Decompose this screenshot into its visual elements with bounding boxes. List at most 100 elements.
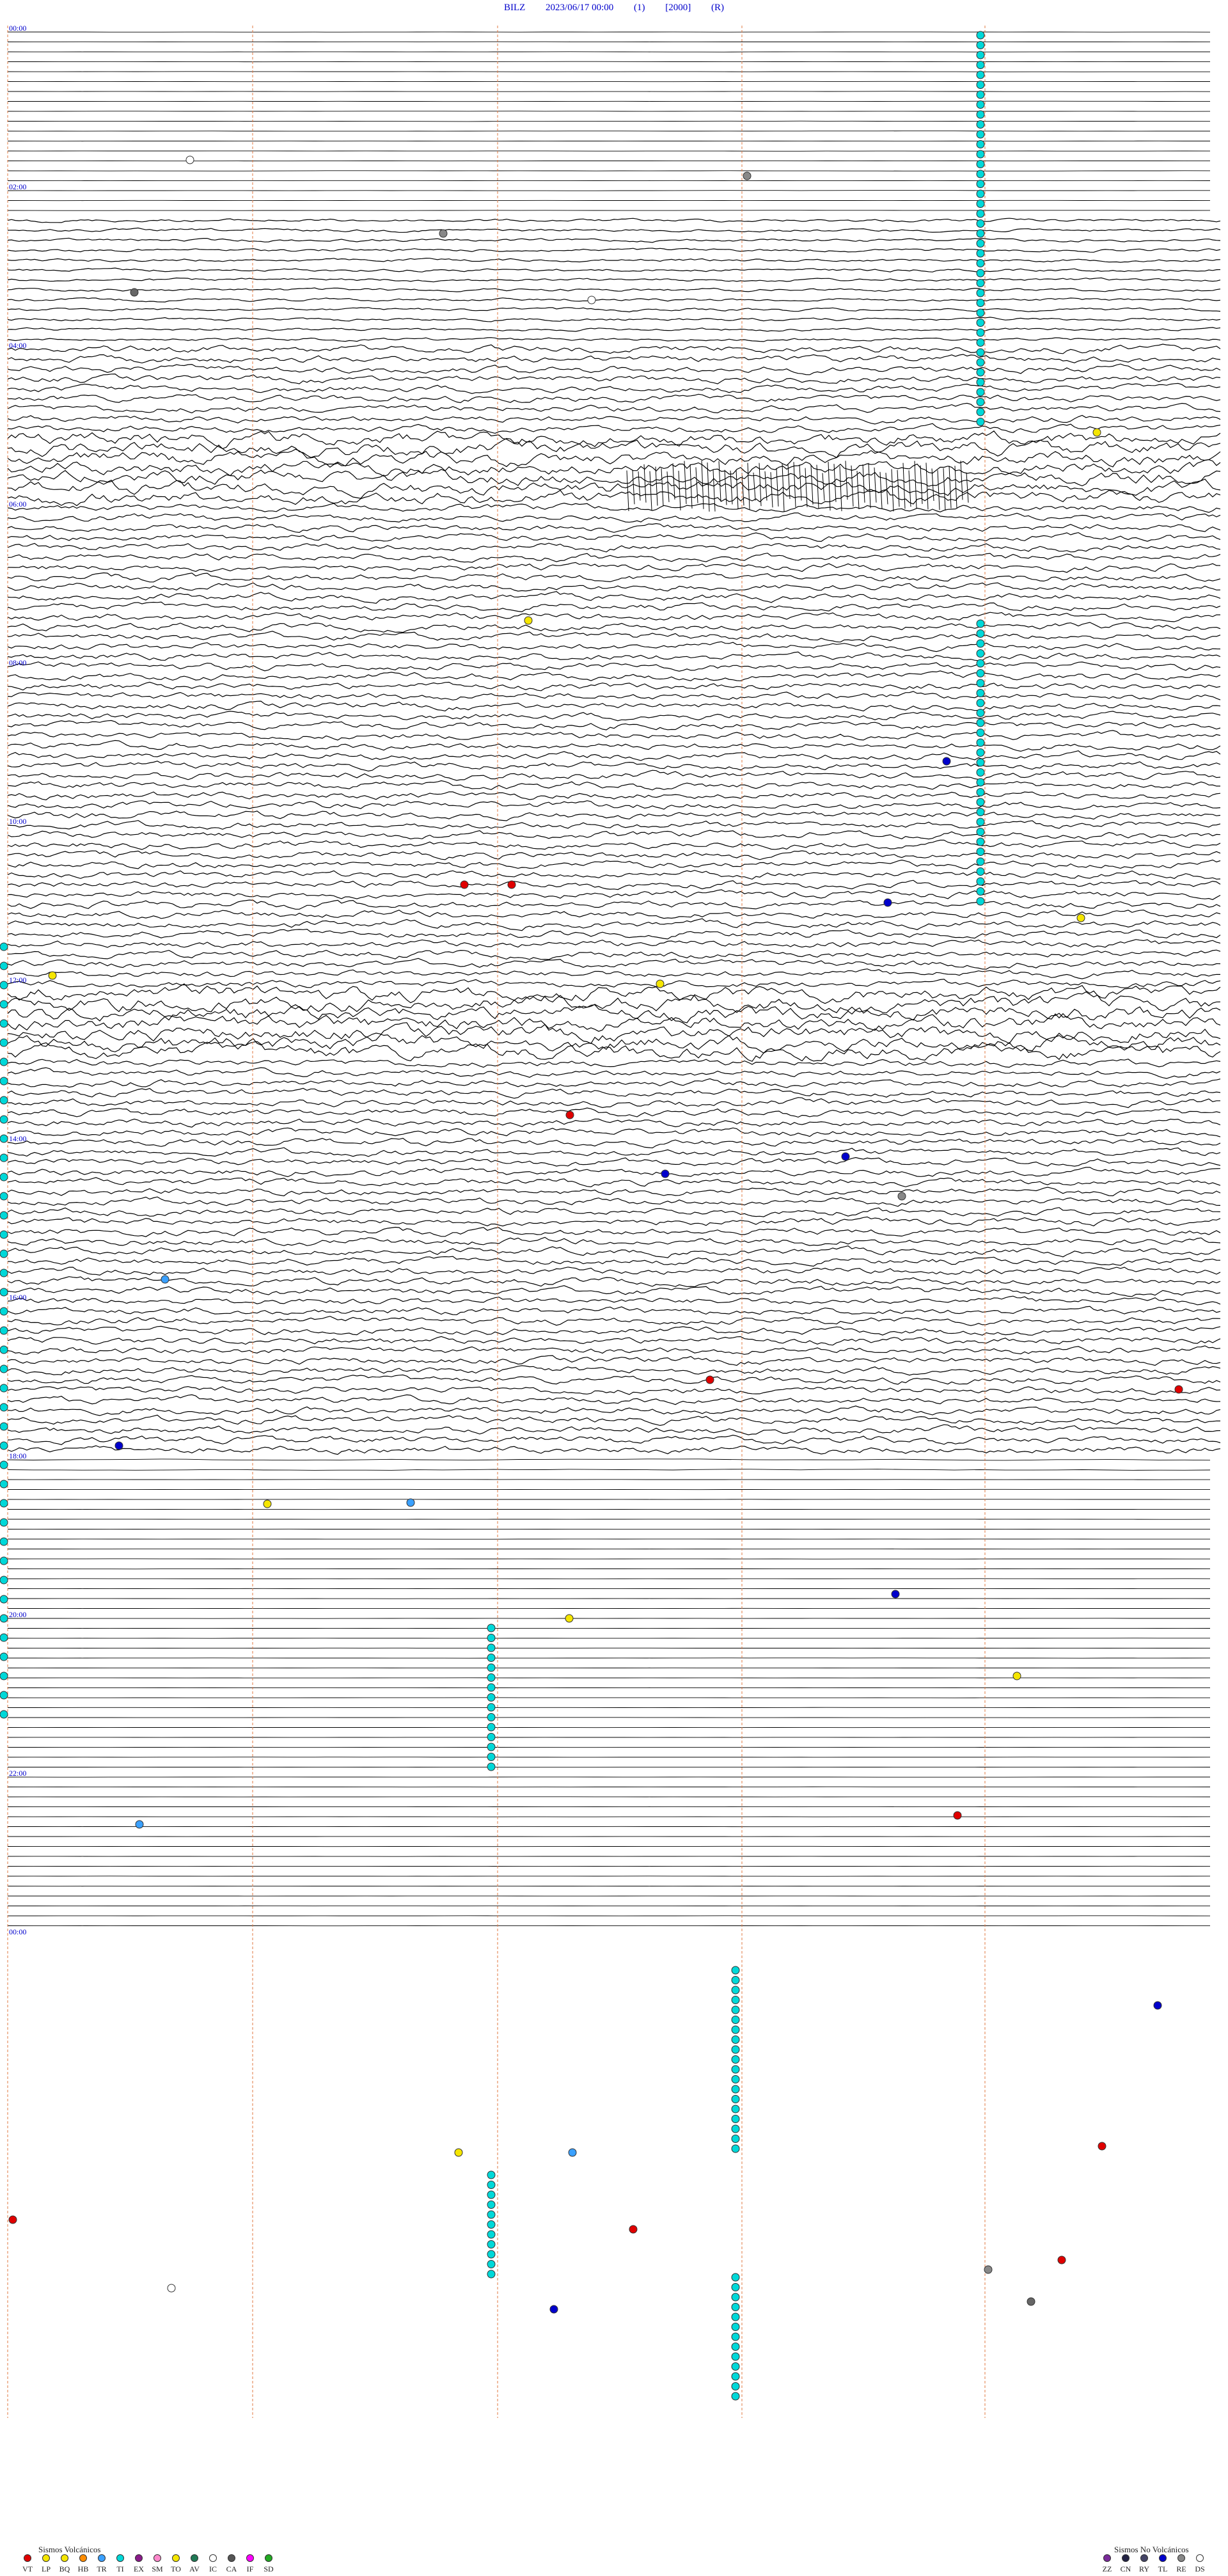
seismic-trace xyxy=(7,1285,1221,1297)
seismic-trace xyxy=(7,383,1221,394)
tremor-burst xyxy=(960,461,963,500)
seismic-trace xyxy=(7,1445,1221,1455)
seismic-trace xyxy=(7,899,1221,910)
event-marker xyxy=(976,70,985,79)
seismic-trace xyxy=(7,337,1221,342)
event-marker xyxy=(976,170,985,178)
time-label: 06:00 xyxy=(9,500,26,509)
event-marker xyxy=(0,961,8,970)
event-marker xyxy=(629,2225,638,2234)
event-marker xyxy=(731,2323,740,2331)
event-marker xyxy=(0,1652,8,1661)
time-label: 00:00 xyxy=(9,24,26,33)
tremor-burst xyxy=(856,471,860,510)
event-marker xyxy=(976,200,985,208)
legend-item-hb: HB xyxy=(74,2554,93,2574)
tremor-burst xyxy=(776,468,779,507)
event-marker xyxy=(1153,2001,1162,2010)
legend-code: BQ xyxy=(59,2564,70,2573)
legend-item-av: AV xyxy=(185,2554,204,2574)
event-marker xyxy=(0,1077,8,1086)
tremor-burst xyxy=(833,464,837,502)
event-marker xyxy=(731,2065,740,2074)
event-marker xyxy=(565,1110,574,1119)
event-marker xyxy=(731,2372,740,2381)
event-marker xyxy=(135,1820,144,1829)
seismic-trace xyxy=(7,1424,1221,1435)
event-marker xyxy=(976,887,985,896)
event-marker xyxy=(976,848,985,856)
legend-dot-icon xyxy=(116,2554,124,2562)
event-marker xyxy=(487,1723,496,1732)
tremor-burst xyxy=(799,464,802,501)
event-marker xyxy=(976,338,985,347)
seismic-trace xyxy=(7,601,1221,613)
seismic-trace xyxy=(7,800,1221,810)
tremor-burst xyxy=(695,467,698,503)
seismic-trace xyxy=(7,430,1221,450)
event-marker xyxy=(731,2273,740,2282)
seismic-trace xyxy=(7,354,1221,364)
seismic-trace xyxy=(7,830,1221,840)
event-marker xyxy=(487,1733,496,1741)
event-marker xyxy=(731,2144,740,2153)
tremor-burst xyxy=(925,462,929,510)
seismic-trace xyxy=(7,210,1211,211)
legend-code: LP xyxy=(41,2564,51,2573)
tremor-burst xyxy=(643,464,647,503)
volcanic-legend-title: Sismos Volcánicos xyxy=(38,2545,101,2554)
event-marker xyxy=(976,738,985,747)
seismic-trace xyxy=(7,711,1221,722)
seismic-trace xyxy=(8,100,1210,102)
event-marker xyxy=(114,1441,123,1450)
seismic-trace xyxy=(7,448,1221,468)
seismic-trace xyxy=(7,918,1221,931)
event-marker xyxy=(976,130,985,139)
event-marker xyxy=(976,100,985,109)
tremor-burst xyxy=(672,463,675,500)
legend-item-ry: RY xyxy=(1135,2554,1154,2574)
seismic-trace xyxy=(7,1078,1221,1089)
seismic-trace xyxy=(7,227,1221,233)
seismic-trace xyxy=(7,681,1221,691)
event-marker xyxy=(705,1375,714,1384)
event-marker xyxy=(656,979,665,988)
event-marker xyxy=(487,2170,496,2179)
event-marker xyxy=(263,1499,272,1508)
event-marker xyxy=(942,757,951,766)
event-marker xyxy=(487,2240,496,2248)
legend-code: IF xyxy=(246,2564,254,2573)
seismic-trace xyxy=(7,582,1221,592)
event-marker xyxy=(976,120,985,129)
seismic-trace xyxy=(7,1067,1221,1079)
legend-dot-icon xyxy=(1122,2554,1130,2562)
legend-dot-icon xyxy=(154,2554,161,2562)
event-marker xyxy=(487,2210,496,2219)
event-marker xyxy=(731,2045,740,2054)
seismic-trace xyxy=(7,1207,1221,1217)
seismic-trace xyxy=(7,622,1221,633)
legend-dot-icon xyxy=(79,2554,87,2562)
event-marker xyxy=(1098,2142,1106,2151)
legend-item-tl: TL xyxy=(1153,2554,1172,2574)
event-marker xyxy=(487,1713,496,1721)
event-marker xyxy=(976,867,985,876)
event-marker xyxy=(130,288,139,297)
seismic-trace xyxy=(7,327,1221,332)
tremor-burst xyxy=(954,466,957,509)
tremor-burst xyxy=(736,470,739,509)
event-marker xyxy=(487,2270,496,2279)
legend-dot-icon xyxy=(1196,2554,1204,2562)
event-marker xyxy=(976,140,985,148)
event-marker xyxy=(976,808,985,816)
seismic-trace xyxy=(7,469,1221,487)
event-marker xyxy=(976,180,985,188)
seismic-trace xyxy=(7,1226,1221,1237)
tremor-burst xyxy=(632,470,635,505)
seismic-trace xyxy=(8,91,1211,92)
event-marker xyxy=(731,2343,740,2351)
tremor-burst xyxy=(902,462,906,509)
tremor-burst xyxy=(787,464,791,500)
event-marker xyxy=(976,828,985,836)
seismic-trace xyxy=(7,839,1221,850)
